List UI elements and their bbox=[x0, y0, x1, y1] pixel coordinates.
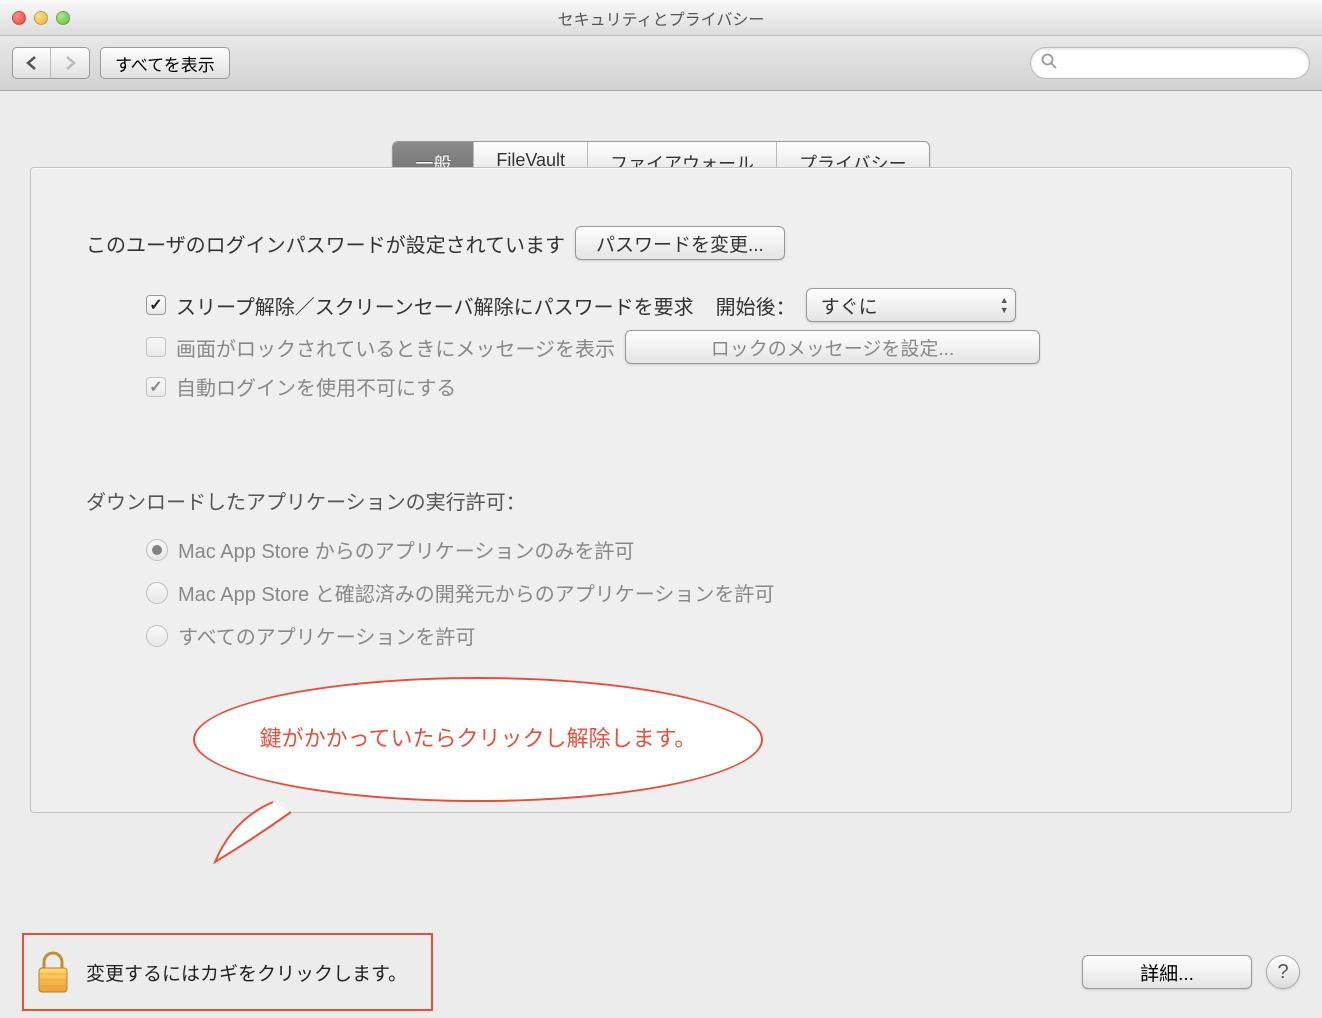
lock-text: 変更するにはカギをクリックします。 bbox=[86, 959, 407, 986]
search-field[interactable] bbox=[1030, 47, 1310, 79]
advanced-button[interactable]: 詳細... bbox=[1082, 955, 1252, 989]
radio-anywhere-label: すべてのアプリケーションを許可 bbox=[178, 621, 475, 650]
nav-buttons bbox=[12, 47, 90, 79]
radio-mas-only-label: Mac App Store からのアプリケーションのみを許可 bbox=[178, 535, 634, 564]
search-input[interactable] bbox=[1063, 55, 1299, 72]
annotation-callout: 鍵がかかっていたらクリックし解除します。 bbox=[193, 677, 763, 822]
help-button[interactable]: ? bbox=[1266, 955, 1300, 989]
require-password-checkbox[interactable] bbox=[146, 295, 166, 315]
annotation-text: 鍵がかかっていたらクリックし解除します。 bbox=[260, 724, 697, 755]
require-password-delay-select[interactable]: すぐに ▲▼ bbox=[806, 288, 1016, 322]
password-set-label: このユーザのログインパスワードが設定されています bbox=[86, 229, 565, 258]
radio-mas-identified[interactable] bbox=[146, 582, 168, 604]
require-password-label: スリープ解除／スクリーンセーバ解除にパスワードを要求 bbox=[176, 291, 694, 320]
back-button[interactable] bbox=[13, 48, 51, 78]
content: 一般 FileVault ファイアウォール プライバシー このユーザのログインパ… bbox=[0, 91, 1322, 813]
minimize-window-button[interactable] bbox=[34, 11, 48, 25]
window-title: セキュリティとプライバシー bbox=[0, 6, 1322, 30]
toolbar: すべてを表示 bbox=[0, 36, 1322, 91]
radio-mas-identified-label: Mac App Store と確認済みの開発元からのアプリケーションを許可 bbox=[178, 578, 774, 607]
download-apps-section-label: ダウンロードしたアプリケーションの実行許可： bbox=[86, 486, 1236, 515]
close-window-button[interactable] bbox=[12, 11, 26, 25]
show-lock-message-checkbox[interactable] bbox=[146, 337, 166, 357]
traffic-lights bbox=[12, 11, 70, 25]
lock-area[interactable]: 変更するにはカギをクリックします。 bbox=[22, 933, 433, 1011]
footer: 変更するにはカギをクリックします。 詳細... ? bbox=[0, 926, 1322, 1018]
gatekeeper-radio-group: Mac App Store からのアプリケーションのみを許可 Mac App S… bbox=[86, 535, 1236, 650]
set-lock-message-button[interactable]: ロックのメッセージを設定... bbox=[625, 330, 1040, 364]
radio-anywhere[interactable] bbox=[146, 625, 168, 647]
titlebar: セキュリティとプライバシー bbox=[0, 0, 1322, 36]
lock-icon bbox=[34, 950, 72, 994]
general-panel: このユーザのログインパスワードが設定されています パスワードを変更... スリー… bbox=[30, 167, 1292, 813]
show-lock-message-label: 画面がロックされているときにメッセージを表示 bbox=[176, 333, 615, 362]
after-label: 開始後： bbox=[716, 291, 796, 320]
change-password-button[interactable]: パスワードを変更... bbox=[575, 226, 785, 260]
disable-auto-login-label: 自動ログインを使用不可にする bbox=[176, 372, 456, 401]
forward-button[interactable] bbox=[51, 48, 89, 78]
radio-mas-only[interactable] bbox=[146, 539, 168, 561]
disable-auto-login-checkbox[interactable] bbox=[146, 377, 166, 397]
delay-value: すぐに bbox=[821, 292, 878, 319]
zoom-window-button[interactable] bbox=[56, 11, 70, 25]
show-all-button[interactable]: すべてを表示 bbox=[100, 47, 230, 79]
chevron-updown-icon: ▲▼ bbox=[1000, 295, 1009, 315]
search-icon bbox=[1041, 53, 1057, 74]
